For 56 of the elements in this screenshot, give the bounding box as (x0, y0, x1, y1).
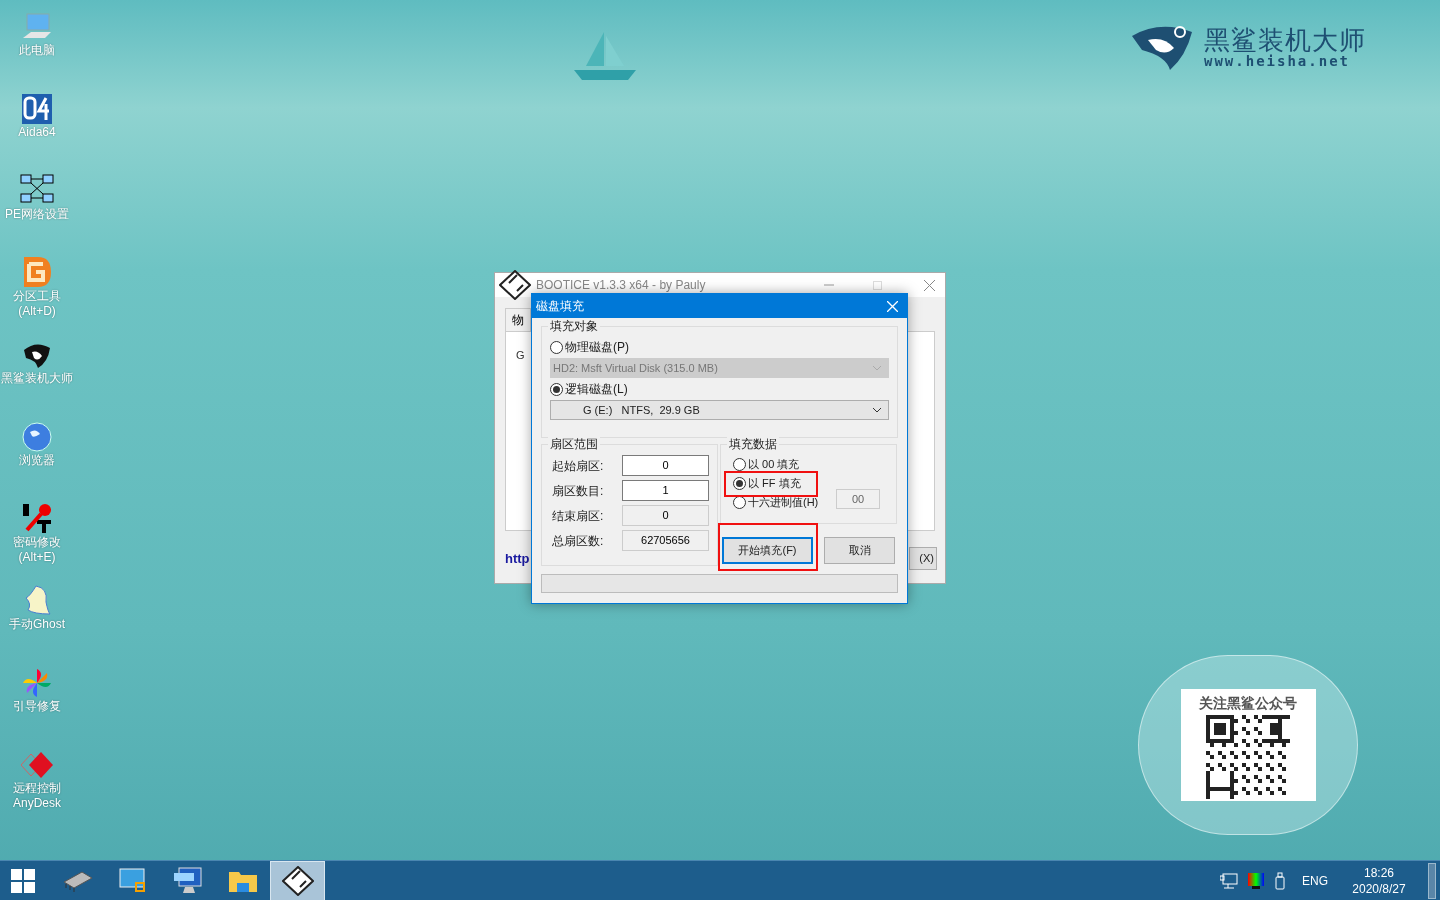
usb-drive-icon[interactable] (1274, 871, 1288, 890)
radio-button[interactable] (733, 457, 746, 471)
color-monitor-icon[interactable] (1248, 872, 1264, 889)
sector-field[interactable]: 0 (622, 505, 709, 526)
radio-label[interactable]: 物理磁盘(P) (565, 339, 629, 355)
pinwheel-icon (22, 668, 52, 698)
taskbar-app-button[interactable] (270, 860, 325, 900)
language-indicator[interactable]: ENG (1302, 871, 1328, 890)
chip-icon (61, 869, 94, 892)
sector-field[interactable]: 62705656 (622, 530, 709, 551)
partition-tool-icon (22, 256, 52, 288)
network-icon (20, 174, 54, 206)
close-icon[interactable] (924, 279, 935, 291)
radio-label[interactable]: 以 FF 填充 (748, 476, 801, 490)
field-label: 结束扇区: (552, 507, 604, 525)
field-label: 总扇区数: (552, 532, 604, 550)
group-label: G (516, 349, 525, 361)
computer-lock-icon (117, 866, 148, 895)
chevron-down-icon (872, 365, 882, 371)
link[interactable]: http (505, 548, 530, 569)
sector-field[interactable]: 0 (622, 455, 709, 476)
windows-icon (11, 868, 35, 893)
clock-date: 2020/8/27 (1352, 880, 1406, 897)
key-icon (21, 502, 53, 534)
radio-label[interactable]: 逻辑磁盘(L) (565, 381, 628, 397)
network-status-icon[interactable] (1220, 872, 1238, 889)
chevron-down-icon (872, 407, 882, 413)
clock[interactable]: 18:26 2020/8/27 (1346, 864, 1412, 897)
radio-label[interactable]: 以 00 填充 (748, 457, 800, 471)
group-legend: 扇区范围 (548, 437, 600, 451)
qr-title: 关注黑鲨公众号 (1199, 695, 1297, 711)
exit-button[interactable]: (X) (909, 547, 937, 570)
keyboard-monitor-icon (172, 866, 203, 895)
logo-title: 黑鲨装机大师 (1204, 26, 1366, 54)
diamond-icon (21, 750, 53, 780)
dialog-title: 磁盘填充 (536, 298, 585, 315)
group-legend: 填充数据 (727, 437, 779, 451)
radio-label[interactable]: 十六进制值(H) (748, 495, 819, 509)
radio-button[interactable] (733, 476, 746, 490)
radio-button[interactable] (550, 340, 563, 354)
logo-url: www.heisha.net (1204, 54, 1351, 68)
window-title: BOOTICE v1.3.3 x64 - by Pauly (536, 277, 707, 294)
field-label: 起始扇区: (552, 457, 604, 475)
disk-select[interactable]: G (E:) NTFS, 29.9 GB (550, 400, 889, 420)
clock-time: 18:26 (1364, 864, 1394, 881)
radio-button[interactable] (550, 382, 563, 396)
tab[interactable]: 物 (505, 308, 531, 331)
group-legend: 填充对象 (548, 319, 600, 333)
globe-icon (22, 422, 52, 452)
dialog-button[interactable]: 取消 (824, 537, 895, 564)
hex-field[interactable]: 00 (836, 489, 880, 509)
number-64-icon (22, 94, 52, 124)
field-label: 扇区数目: (552, 482, 604, 500)
sector-field[interactable]: 1 (622, 480, 709, 501)
show-desktop-button[interactable] (1428, 862, 1436, 899)
dialog-button[interactable]: 开始填充(F) (722, 537, 813, 564)
